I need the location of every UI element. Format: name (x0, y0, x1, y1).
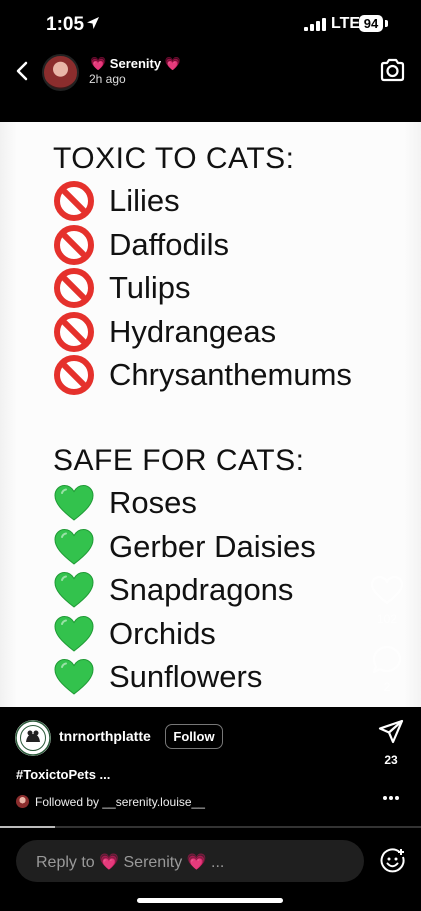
safe-item-label: Roses (109, 485, 197, 520)
story-canvas: TOXIC TO CATS: Lilies Daffodils Tulips Hydr… (0, 122, 421, 707)
safe-item-label: Orchids (109, 615, 216, 651)
follow-button[interactable]: Follow (165, 724, 223, 749)
toxic-item-label: Tulips (109, 270, 191, 305)
toxic-item-label: Daffodils (109, 226, 230, 262)
more-options-icon[interactable] (382, 795, 400, 801)
safe-item: Gerber Daisies (53, 525, 316, 569)
story-header: 💗 Serenity 💗 2h ago (0, 50, 421, 122)
battery-tip (385, 20, 388, 27)
clock-time: 1:05 (46, 14, 85, 35)
share-count: 23 (384, 753, 398, 767)
toxic-heading: TOXIC TO CATS: (53, 142, 295, 175)
toxic-item: Daffodils (53, 223, 229, 267)
prohibited-icon (53, 180, 95, 222)
like-count: 102 (376, 612, 398, 626)
like-heart-icon[interactable] (367, 574, 407, 606)
toxic-item: Chrysanthemums (53, 353, 352, 397)
green-heart-icon (53, 569, 95, 611)
story-progress-fill (0, 826, 55, 828)
toxic-item-label: Hydrangeas (109, 313, 277, 349)
toxic-item: Lilies (53, 179, 180, 223)
status-bar: 1:05 LTE 94 (0, 0, 421, 50)
camera-icon[interactable] (379, 58, 406, 82)
safe-item-label: Gerber Daisies (109, 528, 316, 564)
back-chevron-icon[interactable] (14, 60, 30, 82)
reel-caption[interactable]: #ToxictoPets ... (16, 767, 110, 782)
prohibited-icon (53, 267, 95, 309)
account-logo-avatar[interactable] (15, 720, 51, 756)
safe-item: Roses (53, 481, 197, 525)
story-username[interactable]: 💗 Serenity 💗 (90, 56, 181, 72)
reply-input[interactable]: Reply to 💗 Serenity 💗 ... (16, 840, 364, 882)
emoji-add-icon[interactable] (380, 848, 406, 874)
account-name[interactable]: tnrnorthplatte (59, 728, 151, 744)
reply-placeholder: Reply to 💗 Serenity 💗 ... (36, 854, 225, 871)
green-heart-icon (53, 482, 95, 524)
safe-item: Sunflowers (53, 655, 262, 699)
followed-by-text: Followed by __serenity.louise__ (35, 795, 205, 809)
safe-item: Orchids (53, 612, 216, 656)
green-heart-icon (53, 526, 95, 568)
prohibited-icon (53, 311, 95, 353)
toxic-item-label: Lilies (109, 183, 180, 218)
green-heart-icon (53, 613, 95, 655)
network-type: LTE (331, 15, 361, 32)
toxic-item-label: Chrysanthemums (109, 357, 352, 392)
safe-item: Snapdragons (53, 568, 293, 612)
reel-account-row: tnrnorthplatte Follow 23 (0, 707, 421, 767)
send-paper-plane-icon[interactable] (378, 719, 404, 745)
home-indicator[interactable] (137, 898, 283, 903)
post-time: 2h ago (89, 72, 126, 86)
follower-avatar (16, 795, 29, 808)
signal-bars-icon (304, 18, 326, 31)
location-arrow-icon (87, 17, 99, 29)
toxic-item: Tulips (53, 266, 191, 310)
safe-item-label: Sunflowers (109, 659, 263, 694)
avatar[interactable] (42, 54, 79, 91)
prohibited-icon (53, 354, 95, 396)
prohibited-icon (53, 224, 95, 266)
comment-bubble-icon[interactable] (371, 644, 403, 676)
safe-item-label: Snapdragons (109, 572, 294, 607)
battery-icon: 94 (359, 15, 383, 32)
story-progress-bar (0, 826, 421, 828)
green-heart-icon (53, 656, 95, 698)
safe-heading: SAFE FOR CATS: (53, 444, 305, 477)
toxic-item: Hydrangeas (53, 310, 276, 354)
comment-count: 2 (383, 680, 391, 694)
story-image[interactable]: TOXIC TO CATS: Lilies Daffodils Tulips Hydr… (0, 122, 421, 707)
